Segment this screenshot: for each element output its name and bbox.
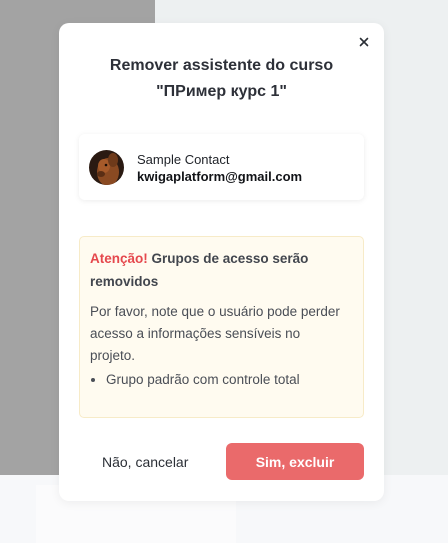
close-button[interactable] <box>356 34 372 50</box>
warning-box: Atenção! Grupos de acesso serão removido… <box>79 236 364 418</box>
contact-email: kwigaplatform@gmail.com <box>137 169 303 184</box>
avatar <box>89 150 124 185</box>
remove-assistant-dialog: Remover assistente do curso "ПРимер курс… <box>59 23 384 501</box>
dialog-title-course-name: "ПРимер курс 1" <box>156 83 287 100</box>
cancel-button[interactable]: Não, cancelar <box>85 443 210 480</box>
close-icon <box>356 34 372 50</box>
warning-accent: Atenção! <box>90 251 148 266</box>
warning-body: Por favor, note que o usuário pode perde… <box>90 304 340 363</box>
confirm-delete-button[interactable]: Sim, excluir <box>226 443 364 480</box>
warning-heading: Atenção! Grupos de acesso serão removido… <box>90 247 345 293</box>
dialog-title: Remover assistente do curso "ПРимер курс… <box>79 53 364 105</box>
contact-card: Sample Contact kwigaplatform@gmail.com <box>79 134 364 200</box>
warning-list: Grupo padrão com controle total <box>90 369 363 391</box>
list-item: Grupo padrão com controle total <box>106 369 363 391</box>
dialog-title-line1: Remover assistente do curso <box>109 57 334 74</box>
contact-name: Sample Contact <box>137 152 230 167</box>
